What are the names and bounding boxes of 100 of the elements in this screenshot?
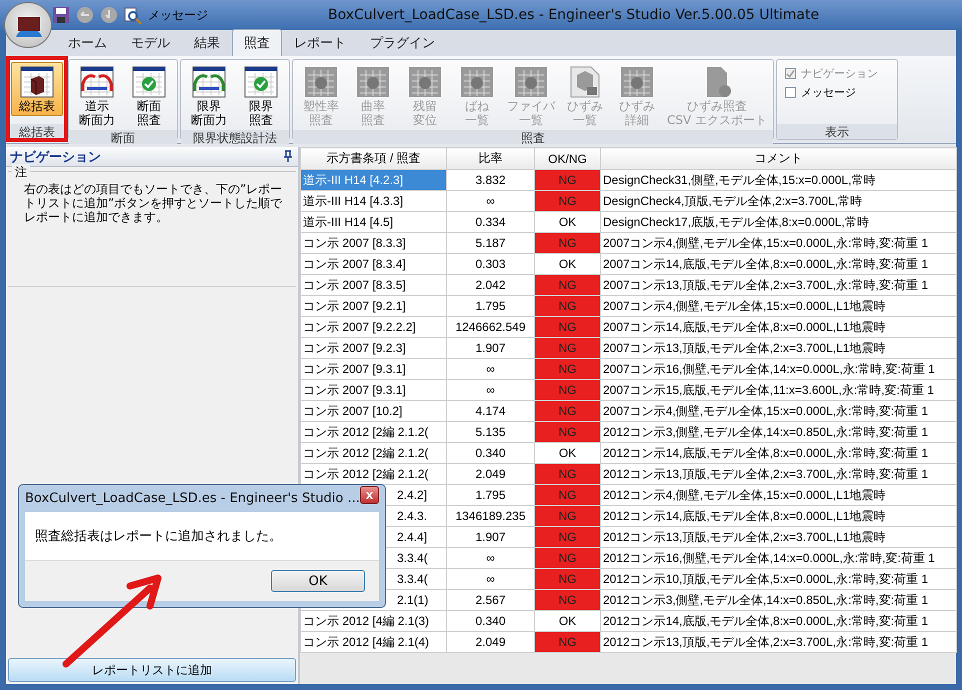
table-cell[interactable]: 道示-III H14 [4.5]	[300, 212, 446, 232]
pin-icon[interactable]	[282, 150, 294, 163]
table-cell: ∞	[446, 548, 534, 568]
table-cell: 2012コン示14,底版,モデル全体,8:x=0.000L,永:常時,変:荷重 1	[600, 610, 956, 632]
status-cell: NG	[534, 484, 600, 506]
ribbon-button[interactable]: 道示 断面力	[71, 62, 123, 130]
table-cell: 2.042	[446, 274, 534, 296]
ribbon-button[interactable]: 限界 断面力	[183, 62, 235, 130]
section-force-icon	[79, 65, 115, 99]
column-header[interactable]: 示方書条項 / 照査	[300, 148, 446, 170]
ok-button[interactable]: OK	[271, 570, 365, 592]
table-cell: 2.049	[446, 464, 534, 484]
ribbon-tab[interactable]: プラグイン	[358, 29, 447, 56]
ribbon-button[interactable]: 総括表	[11, 62, 63, 116]
ribbon-button[interactable]: 断面 照査	[123, 62, 175, 130]
section-force-icon	[191, 65, 227, 99]
table-cell: 2012コン示10,頂版,モデル全体,5:x=0.000L,永:常時,変:荷重 1	[600, 568, 956, 590]
table-cell: 2012コン示14,底版,モデル全体,8:x=0.000L,L1地震時	[600, 506, 956, 526]
status-cell: NG	[534, 568, 600, 590]
add-to-report-button[interactable]: レポートリストに追加	[8, 658, 296, 682]
table-cell[interactable]: 道示-III H14 [4.3.3]	[300, 190, 446, 212]
status-cell: NG	[534, 232, 600, 254]
table-cell: DesignCheck17,底版,モデル全体,8:x=0.000L,常時	[600, 212, 956, 232]
status-cell: NG	[534, 422, 600, 442]
status-cell: NG	[534, 526, 600, 548]
window-title: BoxCulvert_LoadCase_LSD.es - Engineer's Studio Ver.5.00.05 Ultimate	[328, 7, 820, 23]
status-cell: NG	[534, 296, 600, 316]
grid-icon	[619, 65, 655, 99]
table-cell: 4.174	[446, 400, 534, 422]
table-cell[interactable]: コン示 2007 [8.3.3]	[300, 232, 446, 254]
message-search-icon[interactable]	[124, 6, 142, 24]
table-cell[interactable]: コン示 2007 [8.3.4]	[300, 254, 446, 274]
table-cell: 1.907	[446, 526, 534, 548]
grid-icon	[407, 65, 443, 99]
close-button[interactable]: x	[360, 486, 379, 504]
column-header[interactable]: 比率	[446, 148, 534, 170]
table-cell: ∞	[446, 568, 534, 590]
column-header[interactable]: OK/NG	[534, 148, 600, 170]
table-cell[interactable]: コン示 2007 [9.2.1]	[300, 296, 446, 316]
table-cell[interactable]: コン示 2007 [9.2.3]	[300, 338, 446, 358]
undo-icon[interactable]	[76, 6, 94, 24]
ribbon-tab[interactable]: 結果	[182, 29, 232, 56]
dialog-message: 照査総括表はレポートに追加されました。	[34, 528, 283, 546]
grid-icon	[513, 65, 549, 99]
table-cell: 2012コン示16,側壁,モデル全体,14:x=0.000L,永:常時,変:荷重 1	[600, 548, 956, 568]
table-cell: 2012コン示4,側壁,モデル全体,15:x=0.000L,L1地震時	[600, 484, 956, 506]
table-cell: 2007コン示13,頂版,モデル全体,2:x=3.700L,永:常時,変:荷重 1	[600, 274, 956, 296]
group-title: 総括表	[9, 124, 65, 139]
table-cell: 5.135	[446, 422, 534, 442]
table-cell: 2007コン示14,底版,モデル全体,8:x=0.000L,永:常時,変:荷重 1	[600, 254, 956, 274]
status-cell: NG	[534, 464, 600, 484]
table-cell: 0.340	[446, 442, 534, 464]
table-cell[interactable]: コン示 2007 [9.3.1]	[300, 380, 446, 400]
ribbon-button[interactable]: 限界 照査	[235, 62, 287, 130]
table-cell: DesignCheck4,頂版,モデル全体,2:x=3.700L,常時	[600, 190, 956, 212]
table-cell: 2007コン示16,側壁,モデル全体,14:x=0.000L,永:常時,変:荷重 1	[600, 358, 956, 380]
ribbon-tab[interactable]: ホーム	[56, 29, 119, 56]
table-cell: 2012コン示13,頂版,モデル全体,2:x=3.700L,L1地震時	[600, 526, 956, 548]
group-title: 限界状態設計法	[181, 130, 289, 145]
table-cell: ∞	[446, 358, 534, 380]
status-cell: NG	[534, 506, 600, 526]
table-cell[interactable]: コン示 2007 [10.2]	[300, 400, 446, 422]
status-cell: NG	[534, 380, 600, 400]
table-cell[interactable]: コン示 2007 [8.3.5]	[300, 274, 446, 296]
status-cell: NG	[534, 338, 600, 358]
table-cell[interactable]: コン示 2012 [2編 2.1.2(	[300, 442, 446, 464]
table-cell[interactable]: コン示 2007 [9.3.1]	[300, 358, 446, 380]
checkbox-label[interactable]: メッセージ	[801, 85, 856, 100]
status-cell: NG	[534, 400, 600, 422]
redo-icon[interactable]	[100, 6, 118, 24]
check-icon	[786, 68, 796, 78]
ribbon-tab[interactable]: 照査	[232, 29, 282, 56]
table-cell: 2012コン示14,底版,モデル全体,8:x=0.000L,永:常時,変:荷重 1	[600, 442, 956, 464]
table-cell: DesignCheck31,側壁,モデル全体,15:x=0.000L,常時	[600, 170, 956, 190]
table-cell: 2.049	[446, 632, 534, 652]
ribbon-tab[interactable]: モデル	[119, 29, 182, 56]
table-cell: 2.567	[446, 590, 534, 610]
status-cell: NG	[534, 316, 600, 338]
column-header[interactable]: コメント	[600, 148, 956, 170]
quick-access-label[interactable]: メッセージ	[148, 6, 208, 24]
table-cell: 1.795	[446, 484, 534, 506]
table-cell[interactable]: コン示 2012 [2編 2.1.2(	[300, 422, 446, 442]
table-cell: 2012コン示3,側壁,モデル全体,14:x=0.850L,永:常時,変:荷重 1	[600, 590, 956, 610]
status-cell: NG	[534, 590, 600, 610]
ribbon-tab[interactable]: レポート	[282, 29, 358, 56]
table-cell[interactable]: コン示 2007 [9.2.2.2]	[300, 316, 446, 338]
table-cell: 2007コン示14,底版,モデル全体,8:x=0.000L,L1地震時	[600, 316, 956, 338]
table-cell: 5.187	[446, 232, 534, 254]
save-icon[interactable]	[52, 6, 70, 24]
table-cell: 2007コン示13,頂版,モデル全体,2:x=3.700L,L1地震時	[600, 338, 956, 358]
table-cell: 0.340	[446, 610, 534, 632]
table-cell: 2012コン示13,頂版,モデル全体,2:x=3.700L,永:常時,変:荷重 1	[600, 632, 956, 652]
status-cell: NG	[534, 358, 600, 380]
table-cell[interactable]: コン示 2012 [4編 2.1(3)	[300, 610, 446, 632]
checkbox[interactable]	[785, 87, 796, 98]
status-cell: NG	[534, 170, 600, 190]
table-cell: 0.334	[446, 212, 534, 232]
table-cell[interactable]: コン示 2012 [4編 2.1(4)	[300, 632, 446, 652]
table-cell[interactable]: 道示-III H14 [4.2.3]	[300, 170, 446, 190]
table-cell: 2007コン示4,側壁,モデル全体,15:x=0.000L,永:常時,変:荷重 1	[600, 232, 956, 254]
